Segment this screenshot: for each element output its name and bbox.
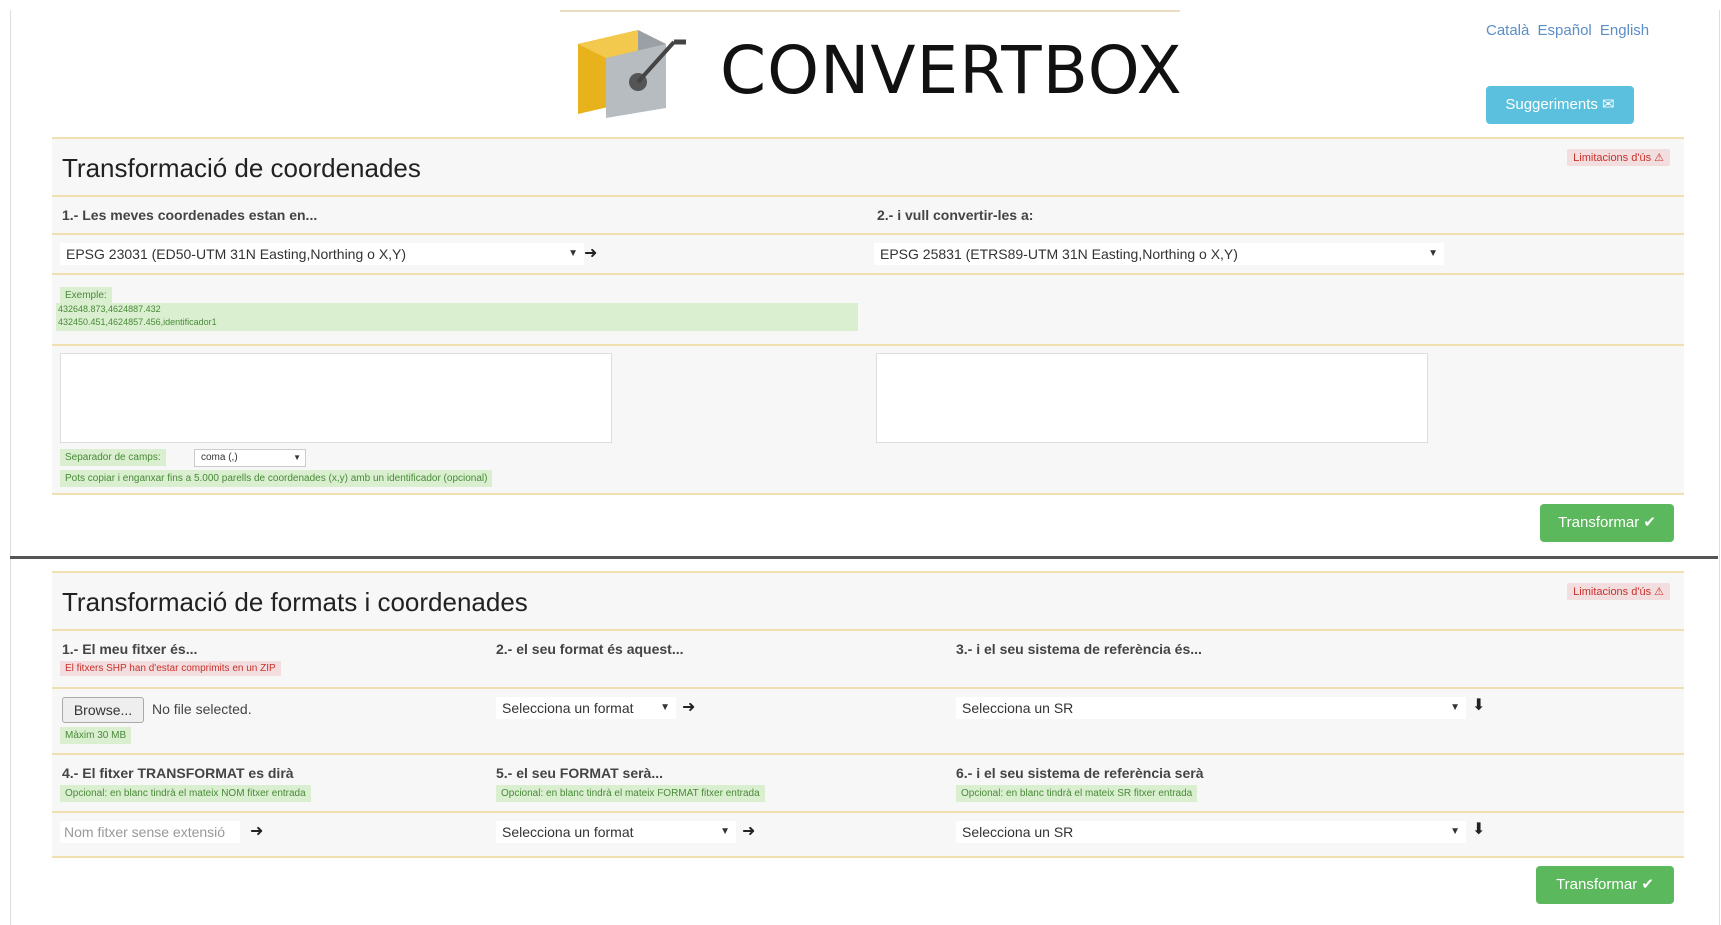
cube-logo-icon [578, 30, 686, 118]
chevron-down-icon: ▼ [568, 248, 578, 259]
example-line-2: 432450.451,4624857.456,identificador1 [58, 317, 217, 327]
suggestions-button[interactable]: Suggeriments ✉ [1486, 86, 1634, 124]
target-crs-select[interactable]: EPSG 25831 (ETRS89-UTM 31N Easting,North… [874, 243, 1444, 265]
target-crs-value: EPSG 25831 (ETRS89-UTM 31N Easting,North… [880, 246, 1238, 262]
row-divider [52, 687, 1684, 689]
separator-select[interactable]: coma (,) ▼ [194, 449, 306, 467]
lang-catala[interactable]: Català [1486, 22, 1529, 39]
chevron-down-icon: ▼ [1450, 702, 1460, 713]
input-sr-value: Selecciona un SR [962, 700, 1074, 716]
logo: CONVERTBOX [578, 20, 1182, 120]
top-accent-line [560, 10, 1180, 12]
example-line-1: 432648.873,4624887.432 [58, 304, 161, 314]
no-file-text: No file selected. [152, 701, 252, 717]
section1-title: Transformació de coordenades [62, 153, 421, 183]
chevron-down-icon: ▼ [720, 826, 730, 837]
format-transform-panel: Transformació de formats i coordenades L… [52, 571, 1684, 858]
paste-limit-note: Pots copiar i enganxar fins a 5.000 pare… [60, 470, 493, 487]
step2-label: 2.- i vull convertir-les a: [877, 207, 1034, 223]
arrow-down-icon: ⬇ [1472, 821, 1486, 838]
output-coordinates-textarea[interactable] [876, 353, 1428, 443]
arrow-right-icon: ➜ [682, 699, 696, 716]
step4-note: Opcional: en blanc tindrà el mateix NOM … [60, 785, 311, 802]
step5-label: 5.- el seu FORMAT serà... [496, 765, 664, 781]
step1-file-label: 1.- El meu fitxer és... [62, 641, 198, 657]
section-divider [10, 556, 1718, 559]
section1-limits-badge[interactable]: Limitacions d'ús ⚠ [1567, 149, 1670, 166]
lang-english[interactable]: English [1600, 22, 1649, 39]
input-sr-select[interactable]: Selecciona un SR ▼ [956, 697, 1466, 719]
coordinate-transform-panel: Transformació de coordenades Limitacions… [52, 137, 1684, 495]
arrow-down-icon: ⬇ [1472, 697, 1486, 714]
input-coordinates-textarea[interactable] [60, 353, 612, 443]
arrow-right-icon: ➜ [584, 245, 598, 262]
section2-limits-badge[interactable]: Limitacions d'ús ⚠ [1567, 583, 1670, 600]
output-filename-input[interactable]: Nom fitxer sense extensió [60, 821, 240, 843]
language-switcher: Català Español English [1486, 22, 1653, 39]
app-name: CONVERTBOX [720, 32, 1183, 109]
step1-label: 1.- Les meves coordenades estan en... [62, 207, 318, 223]
separator-value: coma (,) [201, 452, 238, 463]
row-divider [52, 493, 1684, 495]
source-crs-value: EPSG 23031 (ED50-UTM 31N Easting,Northin… [66, 246, 407, 262]
lang-espanol[interactable]: Español [1538, 22, 1592, 39]
example-box: 432648.873,4624887.432 432450.451,462485… [56, 303, 858, 331]
chevron-down-icon: ▼ [1428, 248, 1438, 259]
arrow-right-icon: ➜ [250, 823, 264, 840]
output-format-value: Selecciona un format [502, 824, 634, 840]
transform-coordinates-button[interactable]: Transformar ✔ [1540, 504, 1674, 542]
step2-format-label: 2.- el seu format és aquest... [496, 641, 684, 657]
step4-label: 4.- El fitxer TRANSFORMAT es dirà [62, 765, 294, 781]
step5-note: Opcional: en blanc tindrà el mateix FORM… [496, 785, 765, 802]
input-format-select[interactable]: Selecciona un format ▼ [496, 697, 676, 719]
row-divider [52, 856, 1684, 858]
step3-sr-label: 3.- i el seu sistema de referència és... [956, 641, 1202, 657]
row-divider [52, 811, 1684, 813]
arrow-right-icon: ➜ [742, 823, 756, 840]
row-divider [52, 629, 1684, 631]
row-divider [52, 195, 1684, 197]
max-size-note: Màxim 30 MB [60, 727, 132, 744]
input-format-value: Selecciona un format [502, 700, 634, 716]
output-sr-select[interactable]: Selecciona un SR ▼ [956, 821, 1466, 843]
step6-note: Opcional: en blanc tindrà el mateix SR f… [956, 785, 1198, 802]
transform-files-button[interactable]: Transformar ✔ [1536, 866, 1674, 904]
chevron-down-icon: ▼ [660, 702, 670, 713]
output-sr-value: Selecciona un SR [962, 824, 1074, 840]
row-divider [52, 233, 1684, 235]
browse-button[interactable]: Browse... [62, 697, 144, 723]
row-divider [52, 344, 1684, 346]
step6-label: 6.- i el seu sistema de referència serà [956, 765, 1204, 781]
source-crs-select[interactable]: EPSG 23031 (ED50-UTM 31N Easting,Northin… [60, 243, 584, 265]
output-format-select[interactable]: Selecciona un format ▼ [496, 821, 736, 843]
separator-label: Separador de camps: [60, 449, 166, 466]
row-divider [52, 273, 1684, 275]
chevron-down-icon: ▼ [1450, 826, 1460, 837]
zip-note: El fitxers SHP han d'estar comprimits en… [60, 661, 281, 676]
example-title: Exemple: [60, 287, 112, 304]
chevron-down-icon: ▼ [293, 453, 301, 462]
section2-title: Transformació de formats i coordenades [62, 587, 528, 617]
row-divider [52, 753, 1684, 755]
